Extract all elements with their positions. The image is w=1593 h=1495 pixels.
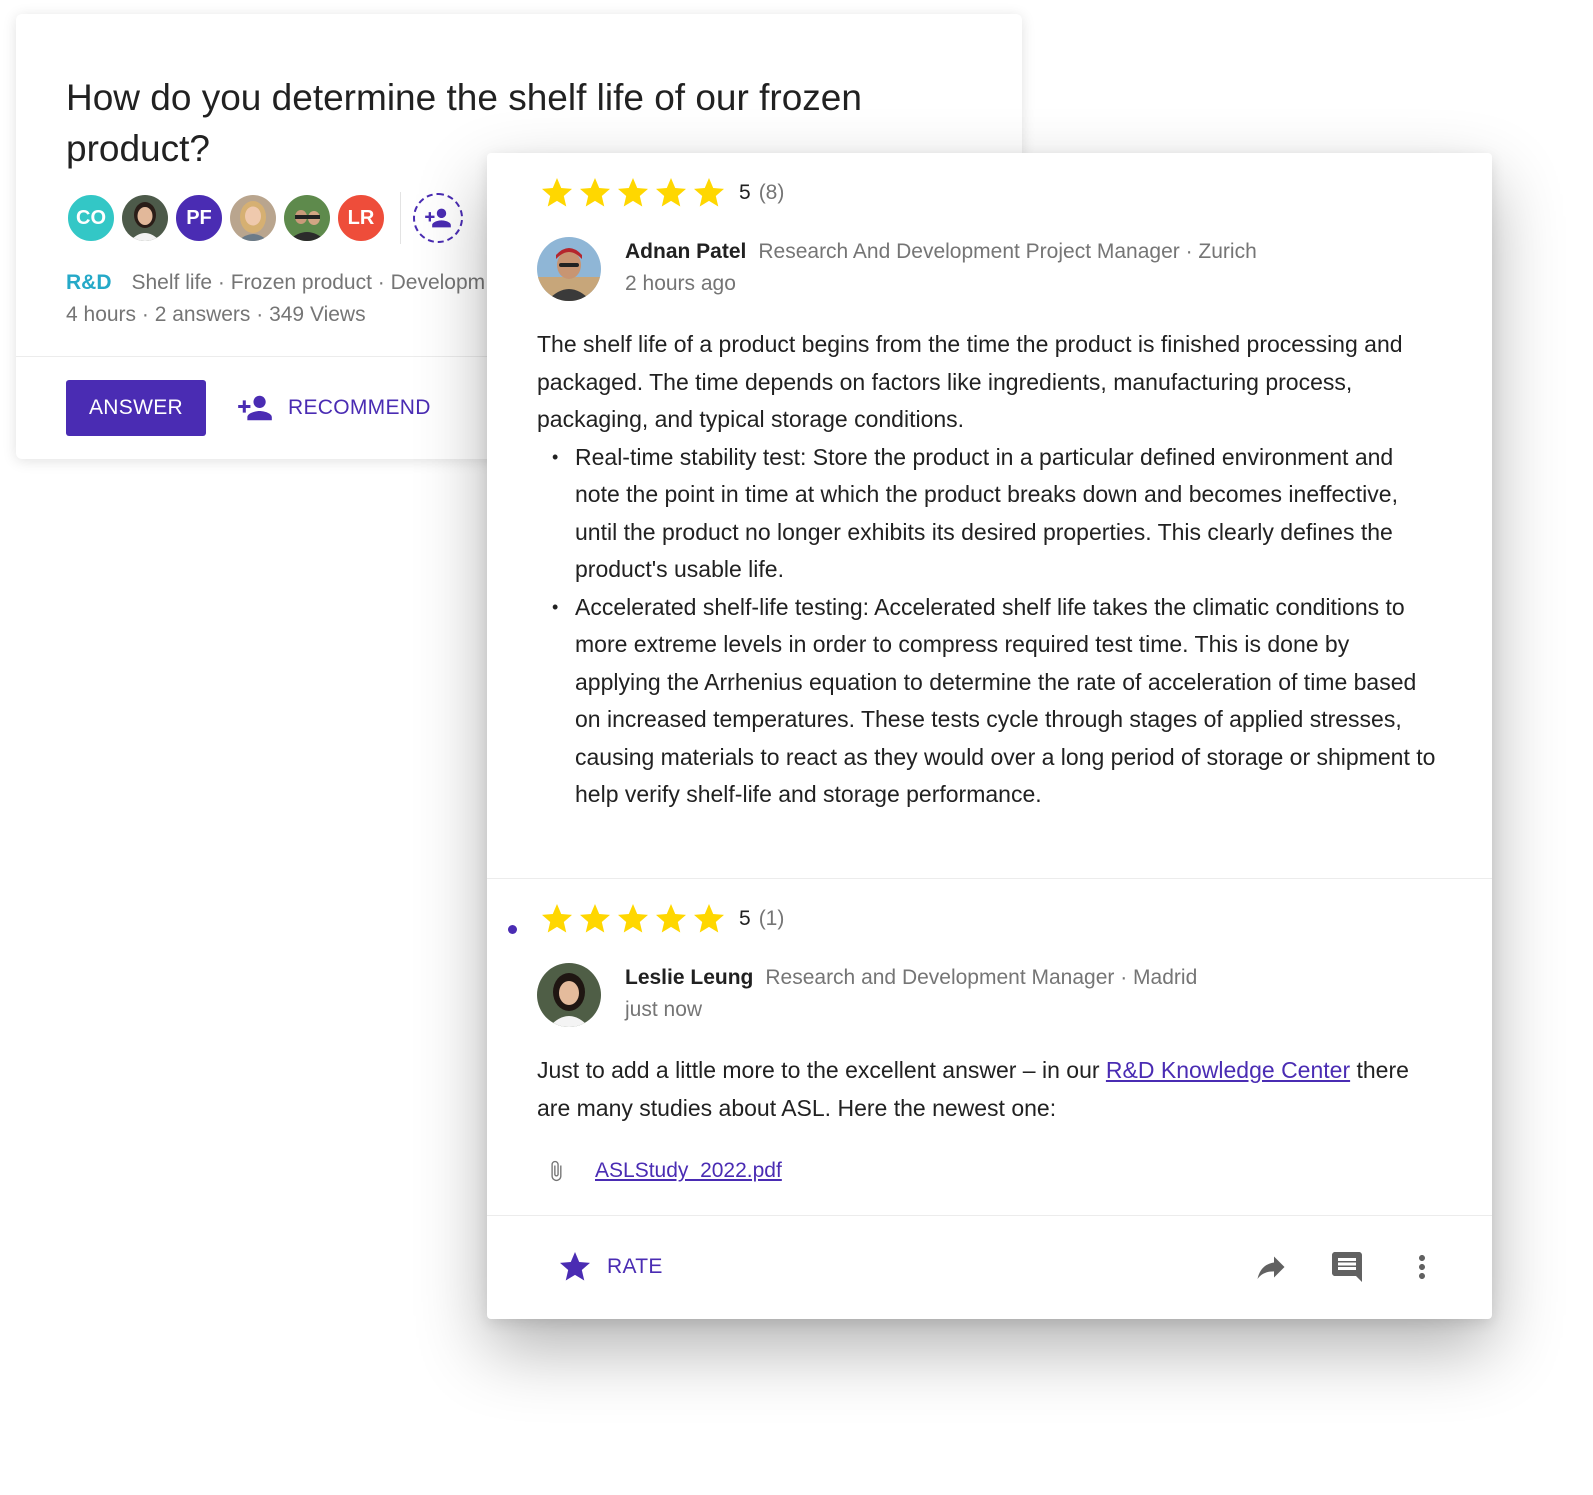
answer-author: Adnan Patel Research And Development Proj… [537, 237, 1257, 301]
answer-time: 2 hours ago [625, 272, 736, 295]
recommend-label: RECOMMEND [288, 396, 431, 419]
attachment-link[interactable]: ASLStudy_2022.pdf [595, 1159, 782, 1183]
avatar[interactable] [537, 963, 601, 1027]
person-add-icon [238, 395, 272, 421]
star-rating [539, 175, 729, 211]
avatar[interactable]: PF [174, 193, 224, 243]
star-icon [580, 178, 610, 207]
share-icon [1257, 1256, 1285, 1279]
answer-intro: The shelf life of a product begins from … [537, 331, 1403, 432]
answer-button[interactable]: ANSWER [66, 380, 206, 436]
star-icon [580, 904, 610, 933]
answer-text-part: Just to add a little more to the excelle… [537, 1057, 1106, 1083]
question-tags: R&D Shelf life · Frozen product · Develop… [66, 271, 486, 295]
avatar[interactable]: LR [336, 193, 386, 243]
person-photo-icon [537, 237, 601, 301]
divider [487, 1215, 1492, 1216]
paperclip-icon [551, 1160, 562, 1182]
person-photo-icon [537, 963, 601, 1027]
divider [400, 192, 401, 244]
answers-card: 5 (8) Adnan Patel Research And Developmen… [487, 153, 1492, 1319]
answer-text: Just to add a little more to the excelle… [537, 1052, 1437, 1127]
star-icon [618, 178, 648, 207]
list-item: Accelerated shelf-life testing: Accelera… [552, 589, 1437, 814]
author-role: Research and Development Manager · Madri… [765, 966, 1198, 989]
attachment: ASLStudy_2022.pdf [545, 1156, 782, 1186]
person-add-icon [425, 208, 451, 228]
rating-count: (8) [758, 181, 785, 204]
add-participant-button[interactable] [413, 193, 463, 243]
author-role: Research And Development Project Manager… [758, 240, 1257, 263]
recommend-button[interactable]: RECOMMEND [236, 380, 431, 436]
more-vert-icon [1419, 1255, 1425, 1279]
star-icon [694, 178, 724, 207]
rate-button[interactable]: RATE [557, 1249, 663, 1285]
more-options-button[interactable] [1404, 1249, 1440, 1290]
avatar[interactable] [282, 193, 332, 243]
person-photo-icon [284, 195, 330, 241]
avatar[interactable]: CO [66, 193, 116, 243]
rating-score: 5 [739, 907, 751, 930]
share-button[interactable] [1253, 1249, 1289, 1290]
answer-body: The shelf life of a product begins from … [537, 326, 1437, 814]
answer-author: Leslie Leung Research and Development Man… [537, 963, 1197, 1027]
author-name[interactable]: Leslie Leung [625, 966, 753, 989]
answer-time: just now [625, 998, 703, 1021]
rating-count: (1) [758, 907, 785, 930]
avatar[interactable] [228, 193, 278, 243]
rate-label: RATE [607, 1255, 663, 1278]
knowledge-center-link[interactable]: R&D Knowledge Center [1106, 1057, 1350, 1083]
answer-body: Just to add a little more to the excelle… [537, 1052, 1437, 1127]
star-icon [560, 1252, 590, 1281]
comment-icon [1332, 1252, 1362, 1282]
author-name[interactable]: Adnan Patel [625, 240, 746, 263]
person-photo-icon [230, 195, 276, 241]
answer-rating: 5 (8) [539, 175, 784, 211]
answer-rating: 5 (1) [539, 901, 784, 937]
rating-score: 5 [739, 181, 751, 204]
star-icon [694, 904, 724, 933]
participant-avatars: CO PF LR [66, 192, 463, 244]
tags-text: Shelf life · Frozen product · Developmen… [131, 271, 487, 294]
star-icon [656, 904, 686, 933]
answer-bullet-list: Real-time stability test: Store the prod… [537, 439, 1437, 814]
comment-button[interactable] [1329, 1249, 1365, 1290]
question-meta: 4 hours · 2 answers · 349 Views [66, 303, 366, 326]
star-rating [539, 901, 729, 937]
person-photo-icon [122, 195, 168, 241]
star-icon [542, 178, 572, 207]
category-tag[interactable]: R&D [66, 271, 112, 294]
star-icon [618, 904, 648, 933]
divider [487, 878, 1492, 879]
avatar[interactable] [120, 193, 170, 243]
star-icon [542, 904, 572, 933]
avatar[interactable] [537, 237, 601, 301]
unread-indicator [508, 925, 517, 934]
star-icon [656, 178, 686, 207]
list-item: Real-time stability test: Store the prod… [552, 439, 1437, 589]
